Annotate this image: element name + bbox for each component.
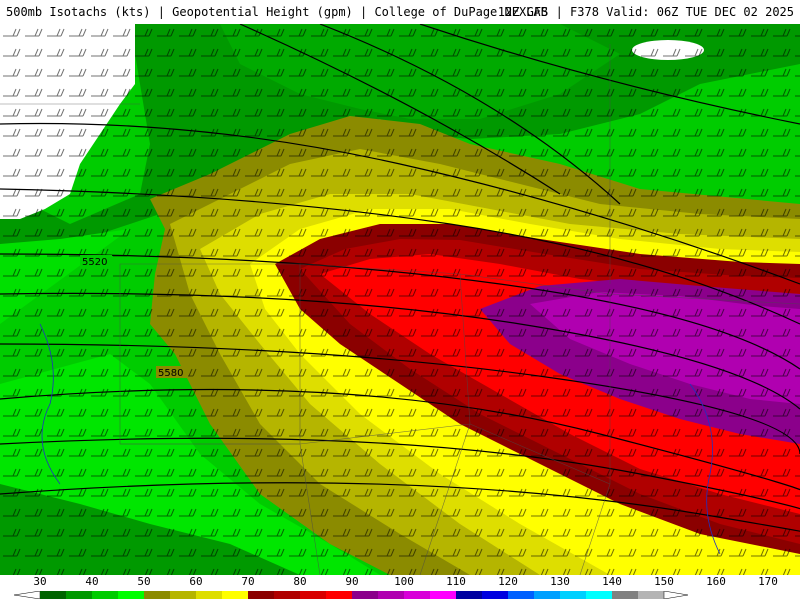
legend-tick-30: 30: [33, 575, 47, 588]
legend-tick-120: 120: [498, 575, 518, 588]
legend-tick-80: 80: [293, 575, 307, 588]
title-bar: 500mb Isotachs (kts) | Geopotential Heig…: [0, 0, 800, 24]
legend-tick-160: 160: [706, 575, 726, 588]
legend-tick-170: 170: [758, 575, 778, 588]
legend-swatch: [170, 591, 196, 599]
legend-swatch: [92, 591, 118, 599]
legend-swatch: [66, 591, 92, 599]
legend-tick-50: 50: [137, 575, 151, 588]
legend-swatch: [508, 591, 534, 599]
legend-swatch: [274, 591, 300, 599]
legend-swatch: [326, 591, 352, 599]
legend-swatch: [378, 591, 404, 599]
legend-tick-150: 150: [654, 575, 674, 588]
legend-tick-90: 90: [345, 575, 359, 588]
color-scale-legend: 30 40 50 60 70 80 90 100 110 120 130 140 150 160 170: [0, 575, 800, 600]
legend-arrow-left: [13, 591, 41, 599]
legend-tick-60: 60: [189, 575, 203, 588]
legend-tick-labels: 30 40 50 60 70 80 90 100 110 120 130 140 150 160 170: [0, 575, 800, 589]
legend-swatch: [118, 591, 144, 599]
legend-swatch: [560, 591, 586, 599]
legend-swatch: [352, 591, 378, 599]
legend-tick-140: 140: [602, 575, 622, 588]
legend-swatch: [612, 591, 638, 599]
legend-arrow-right: [663, 591, 689, 599]
product-title: 500mb Isotachs (kts) | Geopotential Heig…: [6, 5, 548, 19]
contour-label-5580: 5580: [158, 368, 183, 379]
legend-swatch: [248, 591, 274, 599]
legend-swatch: [482, 591, 508, 599]
legend-tick-70: 70: [241, 575, 255, 588]
legend-tick-110: 110: [446, 575, 466, 588]
legend-tick-40: 40: [85, 575, 99, 588]
run-valid-time: 12Z GFS | F378 Valid: 06Z TUE DEC 02 202…: [497, 5, 794, 19]
legend-tick-100: 100: [394, 575, 414, 588]
weather-map: 5520 5580: [0, 24, 800, 575]
legend-swatch: [456, 591, 482, 599]
legend-swatch: [144, 591, 170, 599]
legend-swatch: [430, 591, 456, 599]
legend-swatch: [534, 591, 560, 599]
legend-swatch: [638, 591, 664, 599]
legend-swatch: [222, 591, 248, 599]
contour-label-5520: 5520: [82, 257, 107, 268]
legend-tick-130: 130: [550, 575, 570, 588]
legend-swatch: [196, 591, 222, 599]
legend-swatch: [586, 591, 612, 599]
legend-swatch: [40, 591, 66, 599]
legend-swatch: [404, 591, 430, 599]
legend-swatch: [300, 591, 326, 599]
legend-color-bar: [13, 591, 689, 599]
